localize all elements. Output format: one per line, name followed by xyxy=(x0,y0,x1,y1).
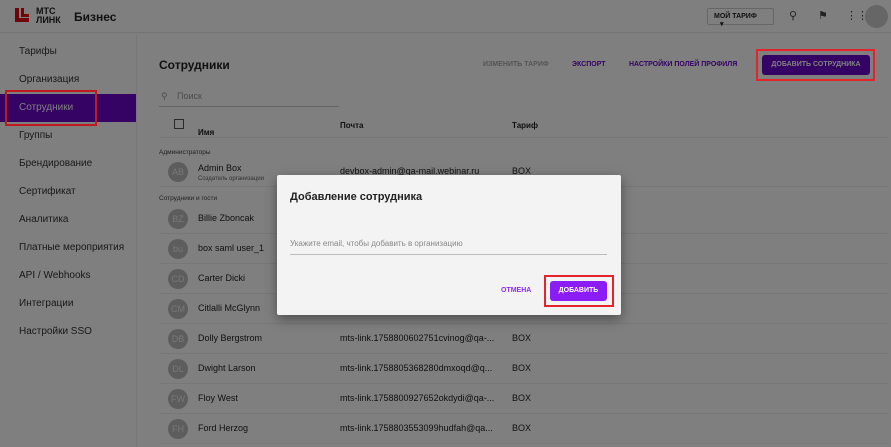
highlight-add-button xyxy=(544,275,614,307)
cancel-button[interactable]: ОТМЕНА xyxy=(501,287,531,294)
highlight-sidebar-employees xyxy=(5,90,97,126)
highlight-add-employee xyxy=(756,49,875,81)
add-employee-dialog: Добавление сотрудника Укажите email, что… xyxy=(277,175,621,315)
email-input[interactable]: Укажите email, чтобы добавить в организа… xyxy=(290,237,607,255)
dialog-title: Добавление сотрудника xyxy=(290,191,423,203)
